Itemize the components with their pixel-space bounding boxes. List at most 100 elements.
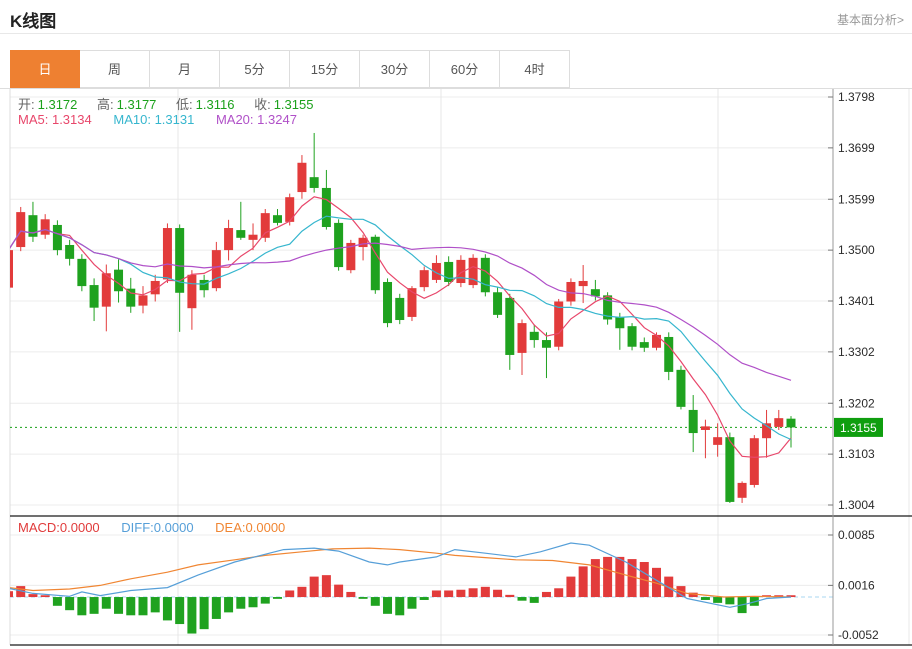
tab-month[interactable]: 月 <box>150 50 220 88</box>
macd-bar <box>126 597 135 615</box>
macd-bar <box>456 590 465 597</box>
macd-bar <box>28 594 37 597</box>
axis-tick-label: 0.0085 <box>838 528 875 542</box>
candle-body <box>285 197 294 222</box>
candle-body <box>787 419 796 428</box>
macd-bar <box>395 597 404 615</box>
axis-tick-label: 1.3798 <box>838 90 875 104</box>
macd-bar <box>407 597 416 609</box>
axis-tick-label: -0.0052 <box>838 628 879 642</box>
axis-tick-label: 1.3302 <box>838 345 875 359</box>
tab-5min[interactable]: 5分 <box>220 50 290 88</box>
candle-body <box>273 215 282 223</box>
chart-top-border <box>0 88 912 89</box>
candle-body <box>383 282 392 323</box>
title-divider <box>0 33 912 34</box>
tab-4hour[interactable]: 4时 <box>500 50 570 88</box>
candle-body <box>628 326 637 347</box>
macd-bar <box>41 595 50 597</box>
axis-tick-label: 1.3500 <box>838 243 875 257</box>
axis-tick-label: 1.3401 <box>838 294 875 308</box>
axis-tick-label: 1.3004 <box>838 498 875 512</box>
candle-body <box>725 437 734 502</box>
diff-value-legend: DIFF:0.0000 <box>121 520 193 535</box>
candle-body <box>395 298 404 320</box>
svg-text:1.3155: 1.3155 <box>840 421 877 435</box>
high-label: 高: <box>97 97 114 112</box>
macd-bar <box>102 597 111 609</box>
ohlc-legend: 开:1.3172 高:1.3177 低:1.3116 收:1.3155 <box>18 94 329 113</box>
macd-bar <box>725 597 734 604</box>
macd-bar <box>285 590 294 597</box>
macd-bar <box>4 591 13 597</box>
macd-bar <box>371 597 380 606</box>
candle-body <box>187 275 196 308</box>
candles-layer <box>4 133 796 503</box>
candle-body <box>420 270 429 287</box>
grid-layer <box>10 88 909 645</box>
macd-bar <box>249 597 258 607</box>
macd-bar <box>200 597 209 629</box>
macd-bar <box>273 597 282 599</box>
macd-bar <box>530 597 539 603</box>
ma10-legend: MA10: 1.3131 <box>113 112 194 127</box>
candle-body <box>297 163 306 192</box>
macd-bar <box>212 597 221 619</box>
ma5-line <box>9 197 792 458</box>
tab-day[interactable]: 日 <box>10 50 80 88</box>
macd-bar <box>481 587 490 597</box>
macd-bar <box>444 590 453 597</box>
macd-bar <box>297 587 306 597</box>
candle-body <box>4 250 13 288</box>
macd-bar <box>518 597 527 601</box>
candle-body <box>65 245 74 259</box>
macd-bar <box>175 597 184 624</box>
macd-bar <box>346 592 355 597</box>
macd-bar <box>603 557 612 597</box>
tab-week[interactable]: 周 <box>80 50 150 88</box>
macd-bar <box>542 592 551 597</box>
macd-bar <box>469 588 478 597</box>
candle-body <box>579 281 588 286</box>
candle-body <box>530 332 539 340</box>
macd-bar <box>236 597 245 609</box>
candle-body <box>138 295 147 305</box>
candle-body <box>53 225 62 250</box>
page-title: K线图 <box>10 7 56 32</box>
candle-body <box>359 238 368 247</box>
candle-body <box>750 438 759 485</box>
candle-body <box>200 280 209 290</box>
tab-60min[interactable]: 60分 <box>430 50 500 88</box>
macd-bar <box>383 597 392 614</box>
tab-30min[interactable]: 30分 <box>360 50 430 88</box>
macd-bar <box>579 566 588 597</box>
candle-body <box>261 213 270 238</box>
candle-body <box>542 340 551 348</box>
close-value: 1.3155 <box>274 97 314 112</box>
candle-body <box>774 418 783 427</box>
macd-bar <box>310 577 319 597</box>
macd-bar <box>359 597 368 599</box>
candle-body <box>615 317 624 328</box>
open-label: 开: <box>18 97 35 112</box>
candle-body <box>713 437 722 445</box>
price-axis: 1.37981.36991.35991.35001.34011.33021.32… <box>828 88 879 645</box>
low-label: 低: <box>176 97 193 112</box>
macd-bar <box>493 590 502 597</box>
candle-body <box>41 219 50 234</box>
macd-bar <box>65 597 74 610</box>
macd-bar <box>420 597 429 600</box>
macd-bar <box>114 597 123 614</box>
axis-tick-label: 1.3599 <box>838 192 875 206</box>
tab-15min[interactable]: 15分 <box>290 50 360 88</box>
candle-body <box>481 258 490 292</box>
macd-bar <box>187 597 196 633</box>
candle-body <box>371 237 380 290</box>
dea-value-legend: DEA:0.0000 <box>215 520 285 535</box>
candle-body <box>640 342 649 348</box>
macd-legend: MACD:0.0000 DIFF:0.0000 DEA:0.0000 <box>18 520 303 535</box>
candle-body <box>224 228 233 250</box>
axis-tick-label: 1.3103 <box>838 447 875 461</box>
macd-bar <box>334 585 343 597</box>
fundamental-analysis-link[interactable]: 基本面分析> <box>837 11 904 28</box>
